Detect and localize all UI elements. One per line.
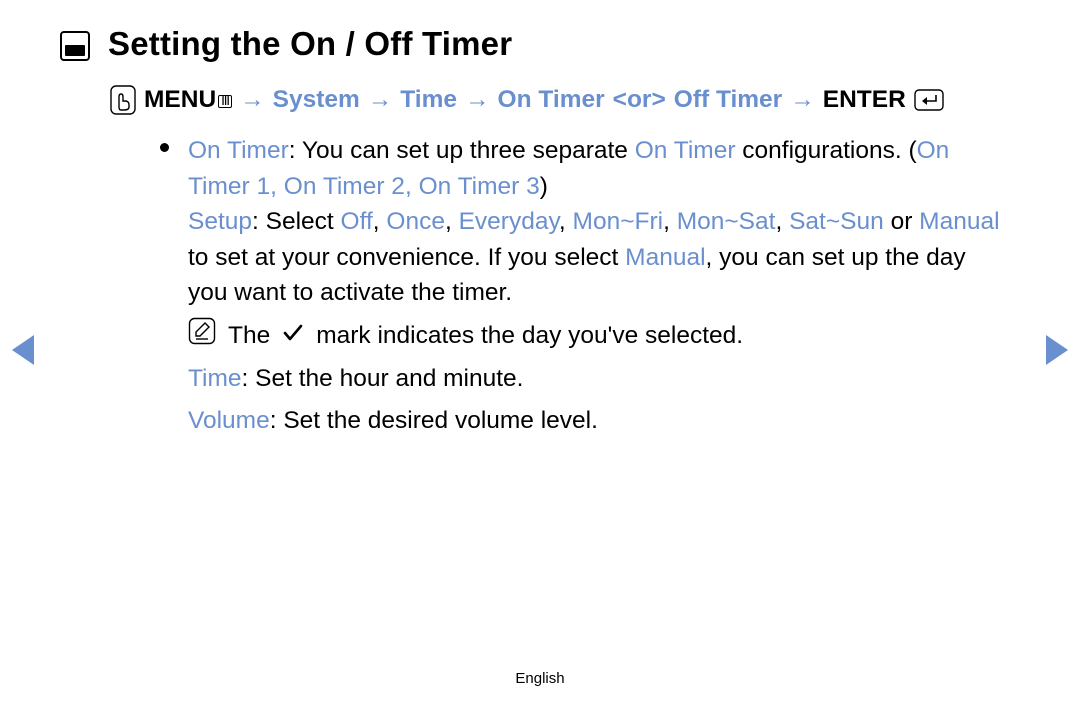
text: : You can set up three separate <box>289 137 635 164</box>
arrow-icon: → <box>790 86 815 114</box>
path-off-timer: Off Timer <box>674 86 782 114</box>
arrow-icon: → <box>240 86 265 114</box>
volume-line: Volume: Set the desired volume level. <box>188 403 1010 439</box>
sep: , <box>445 208 459 235</box>
opt-once: Once <box>386 208 445 235</box>
comma: , <box>405 173 419 200</box>
time-line: Time: Set the hour and minute. <box>188 361 1010 397</box>
or-word: or <box>884 208 919 235</box>
path-on-timer: On Timer <box>498 86 605 114</box>
body-block: On Timer: You can set up three separate … <box>160 133 1010 438</box>
bullet-icon <box>160 143 169 152</box>
sep: , <box>559 208 573 235</box>
footer-language: English <box>0 670 1080 687</box>
volume-label: Volume <box>188 407 270 434</box>
menu-text: MENU <box>144 86 216 113</box>
check-icon <box>282 318 304 354</box>
menu-roman-icon: Ⅲ <box>218 95 232 108</box>
opt-monfri: Mon~Fri <box>573 208 664 235</box>
page: Setting the On / Off Timer MENUⅢ → Syste… <box>0 0 1080 705</box>
opt-manual-2: Manual <box>625 244 705 271</box>
sep: , <box>663 208 677 235</box>
text: to set at your convenience. If you selec… <box>188 244 625 271</box>
hand-icon <box>110 85 136 115</box>
note-icon <box>188 317 216 356</box>
on-timer-3: On Timer 3 <box>419 173 540 200</box>
prev-page-button[interactable] <box>12 335 34 365</box>
opt-off: Off <box>341 208 373 235</box>
section-icon <box>60 31 90 61</box>
on-timer-paragraph: On Timer: You can set up three separate … <box>160 133 1010 311</box>
opt-manual: Manual <box>919 208 999 235</box>
enter-label: ENTER <box>823 86 906 114</box>
on-timer-word: On Timer <box>635 137 736 164</box>
arrow-icon: → <box>465 86 490 114</box>
title-row: Setting the On / Off Timer <box>60 25 1020 63</box>
comma: , <box>270 173 284 200</box>
menu-label: MENUⅢ <box>144 86 232 114</box>
note-pre: The <box>228 318 270 354</box>
opt-everyday: Everyday <box>459 208 559 235</box>
close-paren: ) <box>540 173 548 200</box>
next-page-button[interactable] <box>1046 335 1068 365</box>
arrow-icon: → <box>368 86 393 114</box>
time-tail: : Set the hour and minute. <box>242 365 524 392</box>
menu-path: MENUⅢ → System → Time → On Timer <or> Of… <box>110 85 1020 115</box>
on-timer-2: On Timer 2 <box>284 173 405 200</box>
opt-monsat: Mon~Sat <box>677 208 776 235</box>
sep: , <box>775 208 789 235</box>
sep: , <box>373 208 387 235</box>
volume-tail: : Set the desired volume level. <box>270 407 598 434</box>
opt-satsun: Sat~Sun <box>789 208 884 235</box>
time-label: Time <box>188 365 242 392</box>
path-time: Time <box>400 86 457 114</box>
page-title: Setting the On / Off Timer <box>108 25 512 63</box>
text: : Select <box>252 208 341 235</box>
path-or: <or> <box>613 86 666 114</box>
note-post: mark indicates the day you've selected. <box>316 318 743 354</box>
path-system: System <box>273 86 360 114</box>
setup-label: Setup <box>188 208 252 235</box>
note-row: The mark indicates the day you've select… <box>188 317 1010 356</box>
enter-icon <box>914 89 944 111</box>
on-timer-label: On Timer <box>188 137 289 164</box>
text: configurations. ( <box>735 137 916 164</box>
